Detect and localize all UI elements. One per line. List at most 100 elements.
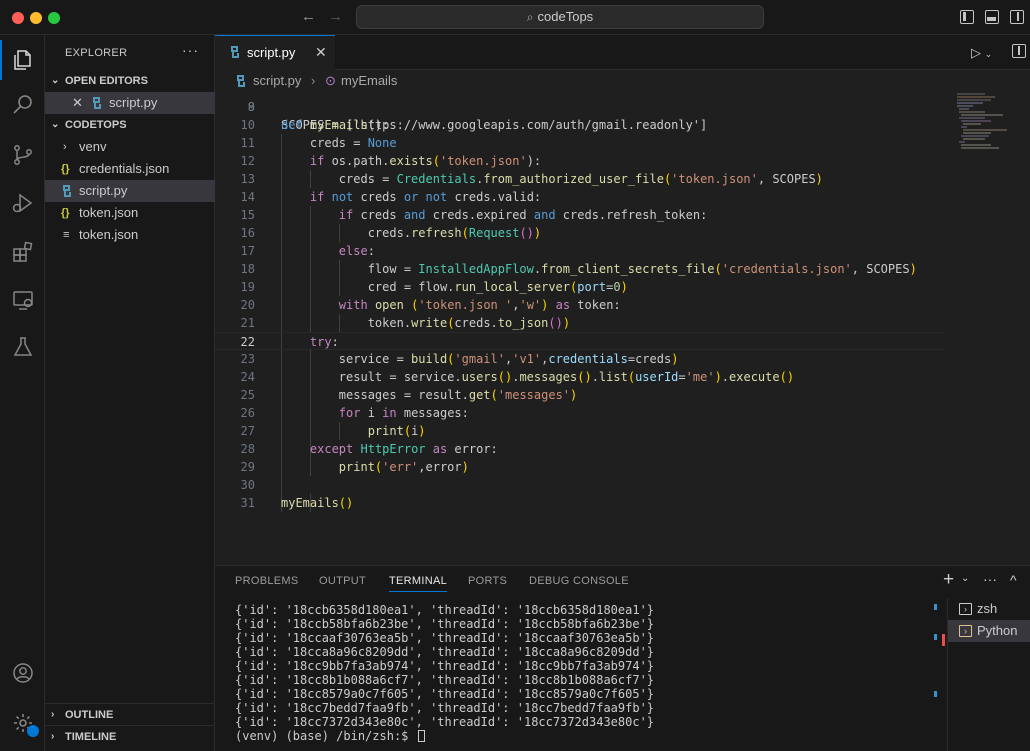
code-editor[interactable]: 8 SCOPES = ['https://www.googleapis.com/… [215,92,945,565]
code-line-current: 22 try: [215,332,945,350]
tab-terminal[interactable]: TERMINAL [389,575,448,592]
terminal-line: {'id': '18ccaaf30763ea5b', 'threadId': '… [235,631,655,645]
explorer-more-actions[interactable]: ··· [182,42,199,58]
chevron-down-icon[interactable]: ⌄ [961,573,969,584]
scroll-marker [934,691,937,697]
code-line: 9 [247,100,255,114]
close-window-button[interactable] [12,12,24,24]
toggle-panel-icon[interactable] [985,10,999,24]
terminal-line: {'id': '18cc7372d343e80c', 'threadId': '… [235,715,655,729]
run-python-file-icon[interactable]: ▷ ⌄ [971,45,992,61]
explorer-title: EXPLORER [65,47,128,59]
terminal-icon: › [959,603,972,615]
editor-tabs: script.py ✕ ▷ ⌄ [215,35,1030,70]
tree-item-credentials[interactable]: {} credentials.json [45,158,215,180]
code-line: 19 cred = flow.run_local_server(port=0) [240,280,628,294]
search-icon[interactable] [0,85,45,125]
tree-item-token-json[interactable]: {} token.json [45,202,215,224]
tree-item-venv[interactable]: › venv [45,136,215,158]
code-text: token.write(creds.to_json()) [367,316,571,330]
source-control-icon[interactable] [0,135,45,175]
python-file-icon [93,97,101,109]
update-badge [27,725,39,737]
bottom-panel: PROBLEMS OUTPUT TERMINAL PORTS DEBUG CON… [215,565,1030,751]
terminal-line: {'id': '18ccb6358d180ea1', 'threadId': '… [235,603,655,617]
back-arrow-icon[interactable]: ← [301,8,316,25]
code-line: 17 else: [240,244,375,258]
json-braces-icon: {} [61,163,70,175]
testing-flask-icon[interactable] [0,327,45,367]
code-text: service = build('gmail','v1',credentials… [338,352,679,366]
new-terminal-plus-icon[interactable]: + [943,569,954,591]
terminal-instances: › zsh › Python [947,598,1030,751]
code-line: 12 if os.path.exists('token.json'): [240,154,542,168]
code-line: 23 service = build('gmail','v1',credenti… [240,352,679,366]
terminal-line: {'id': '18cc7bedd7faa9fb', 'threadId': '… [235,701,655,715]
code-text: result = service.users().messages().list… [338,370,795,384]
maximize-window-button[interactable] [48,12,60,24]
terminal-zsh[interactable]: › zsh [948,598,1030,620]
scroll-marker [934,604,937,610]
code-line: 10 def myEmails(): [240,118,390,132]
code-line: 24 result = service.users().messages().l… [240,370,795,384]
code-line: 13 creds = Credentials.from_authorized_u… [240,172,823,186]
code-line: 29 print('err',error) [240,460,469,474]
terminal-line: {'id': '18cc8579a0c7f605', 'threadId': '… [235,687,655,701]
code-line: 20 with open ('token.json ','w') as toke… [240,298,621,312]
activity-bar [0,35,45,751]
explorer-sidebar: EXPLORER ··· ⌄ OPEN EDITORS ✕ script.py … [45,35,215,751]
close-icon[interactable]: ✕ [72,92,83,114]
breadcrumb-symbol[interactable]: myEmails [341,70,397,92]
code-line: 27 print(i) [240,424,426,438]
window-title: codeTops [537,9,594,24]
code-text: print('err',error) [338,460,469,474]
settings-gear-icon[interactable] [0,703,45,743]
editor-group: script.py ✕ ▷ ⌄ script.py › ⊙ myEmails 8… [215,35,1030,565]
forward-arrow-icon[interactable]: → [328,8,343,25]
code-text: except HttpError as error: [309,442,498,456]
tree-item-token-json-text[interactable]: ≡ token.json [45,224,215,246]
command-center-search[interactable]: ⌕ codeTops [356,5,764,29]
timeline-section[interactable]: › TIMELINE [45,725,215,747]
open-editors-section[interactable]: ⌄ OPEN EDITORS [45,70,215,92]
explorer-files-icon[interactable] [0,40,45,80]
toggle-secondary-sidebar-icon[interactable] [1010,10,1024,24]
codetops-section[interactable]: ⌄ CODETOPS [45,114,215,136]
tab-debug-console[interactable]: DEBUG CONSOLE [529,575,629,587]
code-text: myEmails() [281,496,354,510]
code-line: 18 flow = InstalledAppFlow.from_client_s… [240,262,917,276]
minimap[interactable] [955,92,1015,152]
python-file-icon [63,185,71,197]
toggle-sidebar-icon[interactable] [960,10,974,24]
panel-more-actions-icon[interactable]: ··· [983,571,997,587]
maximize-panel-chevron-icon[interactable]: ^ [1010,572,1017,588]
outline-section[interactable]: › OUTLINE [45,703,215,725]
editor-scrollbar[interactable] [1015,92,1029,565]
code-text: def myEmails(): [281,118,390,132]
code-text: cred = flow.run_local_server(port=0) [367,280,628,294]
terminal-icon: › [959,625,972,637]
terminal-output[interactable]: {'id': '18ccb6358d180ea1', 'threadId': '… [235,603,935,751]
code-text: flow = InstalledAppFlow.from_client_secr… [367,262,917,276]
account-icon[interactable] [0,653,45,693]
tab-output[interactable]: OUTPUT [319,575,366,587]
json-braces-icon: {} [61,207,70,219]
code-line: 11 creds = None [240,136,397,150]
breadcrumb-file[interactable]: script.py [253,70,301,92]
run-debug-icon[interactable] [0,183,45,223]
minimize-window-button[interactable] [30,12,42,24]
split-editor-icon[interactable] [1012,44,1026,58]
remote-explorer-icon[interactable] [0,280,45,320]
breadcrumb: script.py › ⊙ myEmails [215,70,1030,92]
tab-problems[interactable]: PROBLEMS [235,575,299,587]
close-tab-icon[interactable]: ✕ [315,44,327,61]
tab-script-py[interactable]: script.py ✕ [215,35,335,70]
tree-item-script[interactable]: script.py [45,180,215,202]
code-line: 25 messages = result.get('messages') [240,388,578,402]
terminal-python[interactable]: › Python [948,620,1030,642]
open-editor-item[interactable]: ✕ script.py [45,92,215,114]
tab-ports[interactable]: PORTS [468,575,507,587]
chevron-right-icon: › [51,709,55,720]
code-line: 28 except HttpError as error: [240,442,498,456]
extensions-icon[interactable] [0,232,45,272]
